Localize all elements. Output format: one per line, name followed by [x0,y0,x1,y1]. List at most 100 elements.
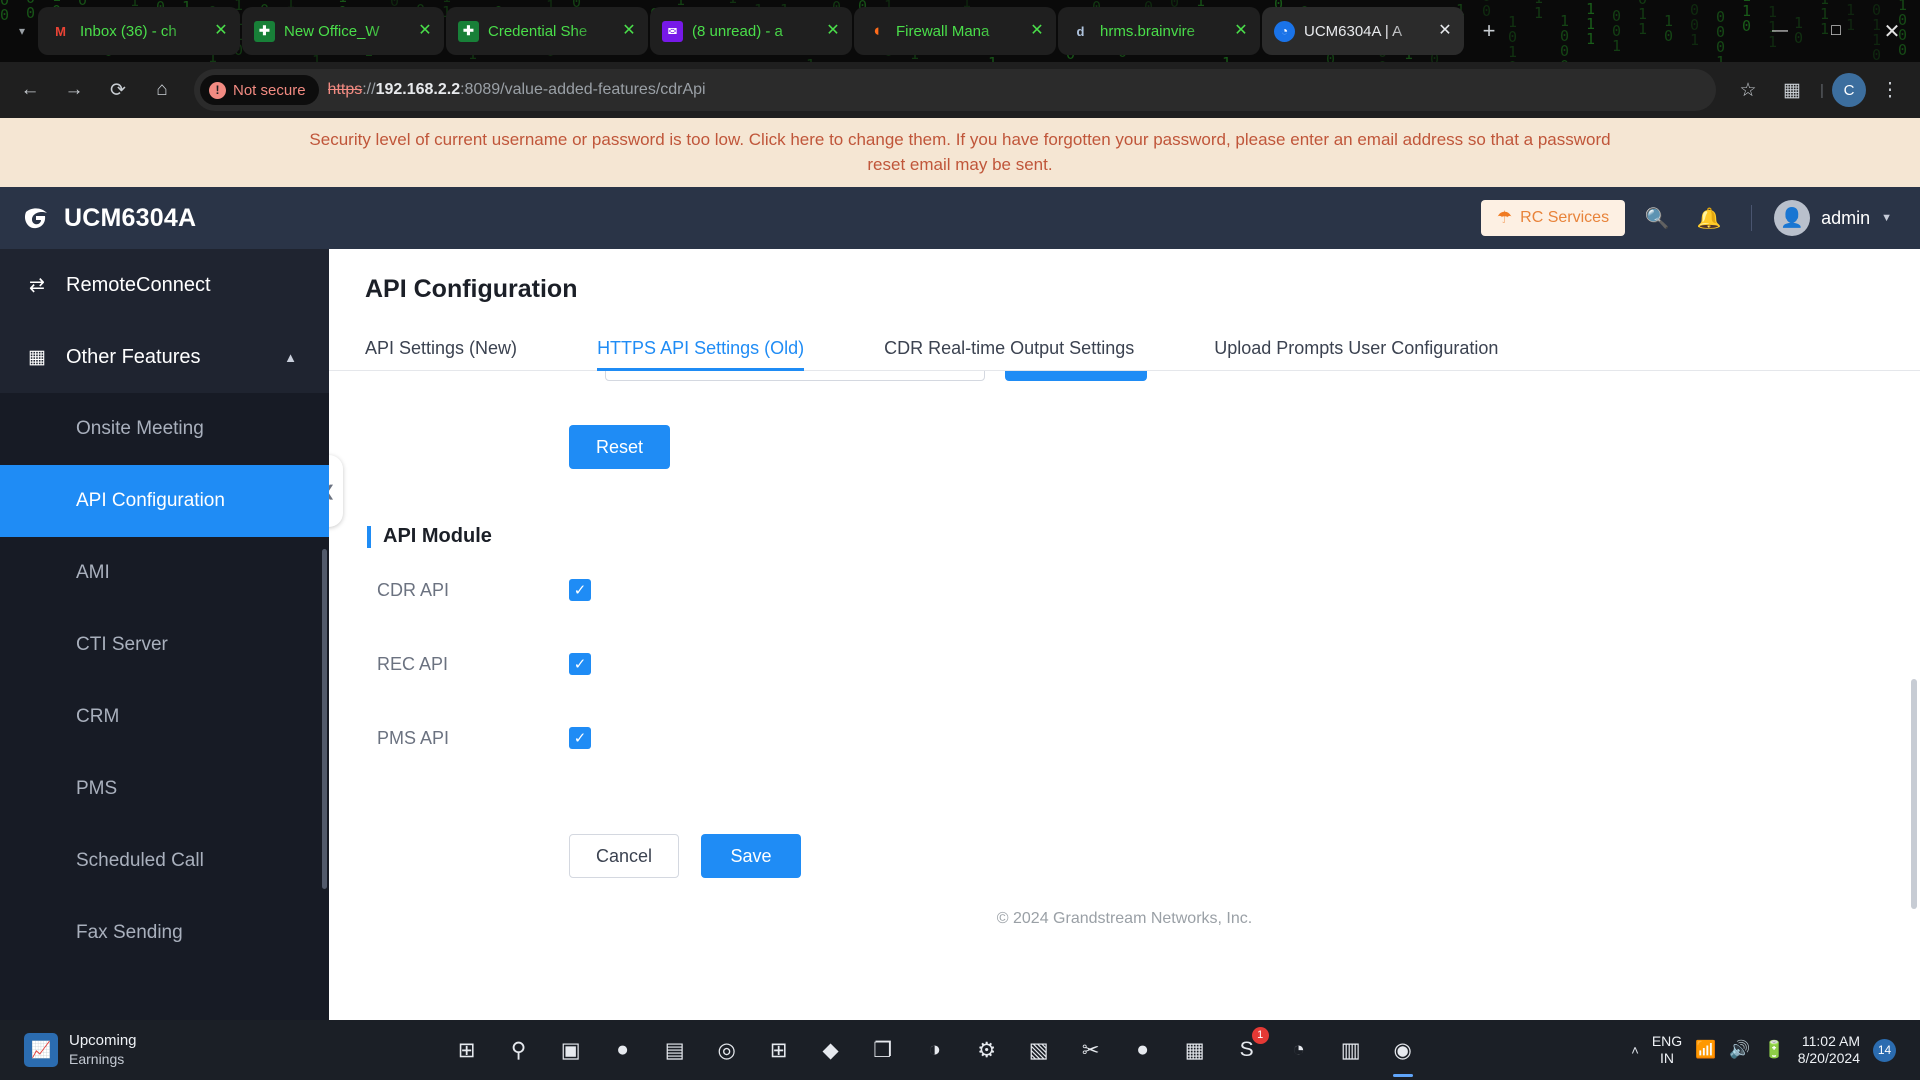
clipped-input-field[interactable] [605,371,985,381]
volume-icon[interactable]: 🔊 [1729,1040,1750,1060]
tab-close-icon[interactable]: ✕ [1434,20,1456,42]
browser-tab-4[interactable]: ◖ Firewall Mana ✕ [854,7,1056,55]
sidebar-item-scheduled-call[interactable]: Scheduled Call [0,825,329,897]
chevron-up-icon[interactable]: ▲ [284,350,297,365]
reload-icon[interactable]: ⟳ [98,70,138,110]
sidebar-item-label: PMS [76,778,117,800]
home-icon[interactable]: ⌂ [142,70,182,110]
browser-tab-1[interactable]: ✚ New Office_W ✕ [242,7,444,55]
clipped-action-button[interactable] [1005,371,1147,381]
file-explorer-icon[interactable]: ▤ [654,1029,696,1071]
wifi-icon[interactable]: 📶 [1695,1040,1716,1060]
star-icon[interactable]: ☆ [1728,70,1768,110]
windows-taskbar: 📈 Upcoming Earnings ⊞ ⚲ ▣ ● ▤ ◎ ⊞ ◆ ❐ ◑ ⚙ ▧ ✂ ● ▦ S 1 ◔ ▥ ◉… [0,1020,1920,1080]
sidebar-item-remoteconnect[interactable]: ⇄ RemoteConnect [0,249,329,321]
sidebar-item-other-features[interactable]: ▦ Other Features ▲ [0,321,329,393]
not-secure-badge[interactable]: ! Not secure [200,75,319,105]
task-view-icon[interactable]: ▣ [550,1029,592,1071]
firefox-icon[interactable]: ● [1122,1029,1164,1071]
snipping-tool-icon[interactable]: ✂ [1070,1029,1112,1071]
browser-tab-5[interactable]: ὜d hrms.brainvire ✕ [1058,7,1260,55]
bell-icon[interactable]: 🔔 [1689,198,1729,238]
cancel-button[interactable]: Cancel [569,834,679,878]
window-minimize-button[interactable]: — [1752,0,1808,62]
profile-avatar[interactable]: C [1832,73,1866,107]
tab-api-settings-new-[interactable]: API Settings (New) [365,326,517,370]
search-icon[interactable]: ⚲ [498,1029,540,1071]
sidebar-item-cti-server[interactable]: CTI Server [0,609,329,681]
sidebar-item-label: CRM [76,706,119,728]
calculator-icon[interactable]: ▥ [1330,1029,1372,1071]
user-name-label: admin [1821,208,1870,229]
sidebar-scrollbar[interactable] [322,549,327,889]
grandstream-logo-icon [22,203,52,233]
sidebar-item-fax-sending[interactable]: Fax Sending [0,897,329,969]
user-menu[interactable]: 👤 admin ▼ [1774,200,1898,236]
tray-expand-chevron-up-icon[interactable]: ˄ [1631,1043,1639,1058]
teams-icon[interactable]: ▦ [1174,1029,1216,1071]
browser-tab-2[interactable]: ✚ Credential She ✕ [446,7,648,55]
browser-tab-6[interactable]: ◔ UCM6304A | A ✕ [1262,7,1464,55]
vscode-insiders-icon[interactable]: ◆ [810,1029,852,1071]
tab-close-icon[interactable]: ✕ [210,20,232,42]
tab-close-icon[interactable]: ✕ [1230,20,1252,42]
reset-button[interactable]: Reset [569,425,670,469]
notification-badge[interactable]: 14 [1873,1039,1896,1062]
settings-icon[interactable]: ⚙ [966,1029,1008,1071]
tab-close-icon[interactable]: ✕ [822,20,844,42]
rc-services-button[interactable]: ☂ RC Services [1481,200,1625,236]
start-icon[interactable]: ⊞ [446,1029,488,1071]
screenshot-tool-icon[interactable]: ❐ [862,1029,904,1071]
search-icon[interactable]: 🔍 [1637,198,1677,238]
security-warning-banner[interactable]: Security level of current username or pa… [0,118,1920,187]
three-dot-menu-icon[interactable]: ⋮ [1870,70,1910,110]
checkbox-pms-api[interactable]: ✓ [569,727,591,749]
tab-close-icon[interactable]: ✕ [414,20,436,42]
sidebar-item-pms[interactable]: PMS [0,753,329,825]
clock[interactable]: 11:02 AM 8/20/2024 [1798,1033,1860,1068]
tab-https-api-settings-old-[interactable]: HTTPS API Settings (Old) [597,326,804,370]
form-label: CDR API [365,580,569,601]
new-tab-button[interactable]: + [1472,14,1506,48]
forward-arrow-icon[interactable]: → [54,70,94,110]
sidebar-collapse-handle[interactable]: ❮ [329,455,343,527]
extensions-icon[interactable]: ▦ [1772,70,1812,110]
url-path: /value-added-features/cdrApi [500,81,705,98]
edge-icon[interactable]: ◎ [706,1029,748,1071]
form-row-pms-api: PMS API ✓ [365,706,1920,770]
tab-close-icon[interactable]: ✕ [618,20,640,42]
teams-chat-icon[interactable]: ● [602,1029,644,1071]
window-close-button[interactable]: ✕ [1864,0,1920,62]
tab-upload-prompts-user-configuration[interactable]: Upload Prompts User Configuration [1214,326,1498,370]
store-icon[interactable]: ⊞ [758,1029,800,1071]
back-arrow-icon[interactable]: ← [10,70,50,110]
tab-close-icon[interactable]: ✕ [1026,20,1048,42]
save-button[interactable]: Save [701,834,801,878]
checkbox-rec-api[interactable]: ✓ [569,653,591,675]
sidebar-item-label: AMI [76,562,110,584]
taskbar-widget[interactable]: 📈 Upcoming Earnings [10,1032,238,1068]
notes-icon[interactable]: ▧ [1018,1029,1060,1071]
checkbox-cdr-api[interactable]: ✓ [569,579,591,601]
clock-date: 8/20/2024 [1798,1050,1860,1066]
bitwarden-icon[interactable]: ◑ [914,1029,956,1071]
browser-tab-3[interactable]: ✉ (8 unread) - a ✕ [650,7,852,55]
language-indicator[interactable]: ENG IN [1652,1033,1682,1067]
sidebar-item-crm[interactable]: CRM [0,681,329,753]
grandstream-wave-icon[interactable]: ◔ [1278,1029,1320,1071]
address-bar[interactable]: ! Not secure https://192.168.2.2:8089/va… [194,69,1716,111]
tab-cdr-real-time-output-settings[interactable]: CDR Real-time Output Settings [884,326,1134,370]
window-maximize-button[interactable]: □ [1808,0,1864,62]
skype-icon[interactable]: S1 [1226,1029,1268,1071]
tab-search-chevron-down-icon[interactable]: ▾ [8,11,36,51]
sidebar-item-ami[interactable]: AMI [0,537,329,609]
battery-icon[interactable]: 🔋 [1764,1040,1785,1060]
form-label: REC API [365,654,569,675]
sidebar-item-api-configuration[interactable]: API Configuration [0,465,329,537]
sidebar-item-onsite-meeting[interactable]: Onsite Meeting [0,393,329,465]
chrome-icon[interactable]: ◉ [1382,1029,1424,1071]
browser-tab-0[interactable]: M Inbox (36) - ch ✕ [38,7,240,55]
browser-tab-title: Inbox (36) - ch [80,23,201,40]
browser-tab-title: hrms.brainvire [1100,23,1221,40]
not-secure-icon: ! [209,82,226,99]
